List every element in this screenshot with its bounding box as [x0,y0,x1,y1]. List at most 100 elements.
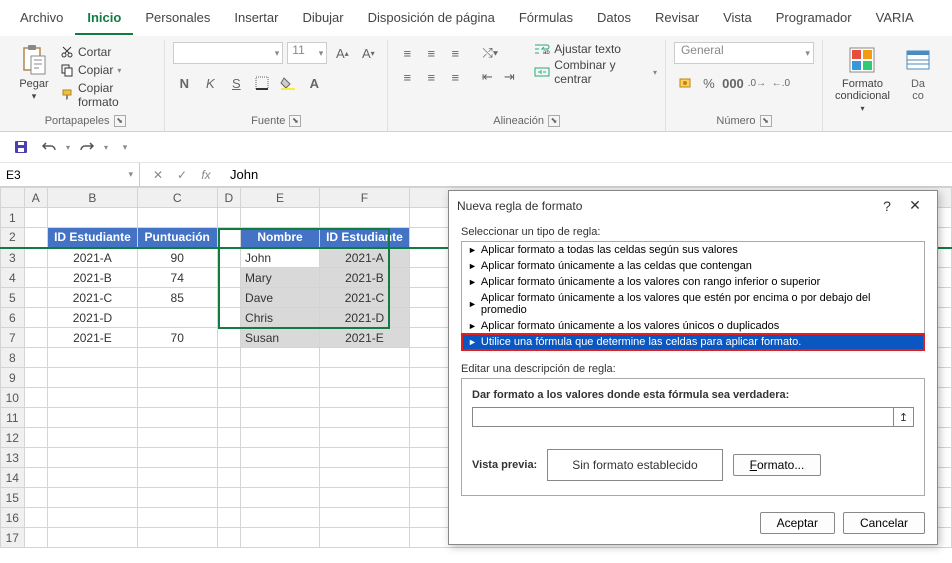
row-header[interactable]: 15 [1,488,25,508]
cell[interactable] [24,508,47,528]
cell[interactable] [137,468,217,488]
cell[interactable] [48,488,138,508]
cell[interactable]: 2021-C [48,288,138,308]
menu-item-inicio[interactable]: Inicio [75,4,133,35]
fill-color-button[interactable] [277,72,299,94]
align-left-icon[interactable]: ≡ [396,66,418,88]
menu-item-fórmulas[interactable]: Fórmulas [507,4,585,35]
cell[interactable] [24,208,47,228]
cell[interactable]: 2021-E [48,328,138,348]
row-header[interactable]: 14 [1,468,25,488]
borders-button[interactable] [251,72,273,94]
clipboard-launcher[interactable]: ⬊ [114,115,126,127]
cell[interactable]: 70 [137,328,217,348]
cancel-button[interactable]: Cancelar [843,512,925,534]
italic-button[interactable]: K [199,72,221,94]
cell[interactable] [48,408,138,428]
qat-customize-icon[interactable]: ▾ [114,136,136,158]
row-header[interactable]: 11 [1,408,25,428]
chevron-down-icon[interactable]: ▾ [128,169,133,180]
cell[interactable]: 2021-D [48,308,138,328]
row-header[interactable]: 4 [1,268,25,288]
menu-item-vista[interactable]: Vista [711,4,764,35]
cell[interactable]: Mary [241,268,320,288]
cell[interactable]: ID Estudiante [48,228,138,248]
cell[interactable] [137,408,217,428]
cancel-edit-icon[interactable]: ✕ [146,168,170,182]
rule-type-list[interactable]: ►Aplicar formato a todas las celdas segú… [461,241,925,351]
cell[interactable]: 2021-D [320,308,410,328]
menu-item-programador[interactable]: Programador [764,4,864,35]
ok-button[interactable]: Aceptar [760,512,835,534]
increase-decimal-icon[interactable]: .0→ [746,72,768,94]
cell[interactable] [320,528,410,548]
cell[interactable]: 2021-A [48,248,138,268]
bold-button[interactable]: N [173,72,195,94]
confirm-edit-icon[interactable]: ✓ [170,168,194,182]
cell[interactable] [241,408,320,428]
cell[interactable] [48,528,138,548]
cell[interactable]: 2021-E [320,328,410,348]
cell[interactable] [24,428,47,448]
font-size-combo[interactable]: 11▾ [287,42,327,64]
row-header[interactable]: 16 [1,508,25,528]
accounting-format-icon[interactable] [674,72,696,94]
cell[interactable] [48,208,138,228]
paste-button[interactable]: Pegar▾ [14,42,54,104]
cell[interactable] [217,288,240,308]
cell[interactable] [24,468,47,488]
cell[interactable] [320,508,410,528]
orientation-button[interactable]: ⤭▾ [476,42,504,64]
cell[interactable]: Puntuación [137,228,217,248]
cell[interactable] [241,348,320,368]
cell[interactable] [137,428,217,448]
row-header[interactable]: 12 [1,428,25,448]
cell[interactable] [241,208,320,228]
align-right-icon[interactable]: ≡ [444,66,466,88]
row-header[interactable]: 1 [1,208,25,228]
redo-icon[interactable] [76,136,98,158]
col-header[interactable]: C [137,188,217,208]
menu-item-varia[interactable]: VARIA [864,4,926,35]
cell[interactable] [217,388,240,408]
cell[interactable] [217,248,240,268]
cell[interactable] [241,368,320,388]
cell[interactable] [217,228,240,248]
cell[interactable] [137,388,217,408]
cell[interactable] [137,448,217,468]
cell[interactable] [137,308,217,328]
cell[interactable] [320,208,410,228]
cell[interactable] [24,368,47,388]
save-icon[interactable] [10,136,32,158]
cell[interactable] [217,368,240,388]
name-box[interactable]: ▾ [0,163,140,186]
cell[interactable] [217,468,240,488]
cell[interactable]: 2021-C [320,288,410,308]
fx-icon[interactable]: fx [194,168,218,182]
col-header[interactable]: B [48,188,138,208]
cell[interactable] [137,508,217,528]
row-header[interactable]: 8 [1,348,25,368]
cell[interactable] [137,368,217,388]
cell[interactable] [217,208,240,228]
font-family-combo[interactable]: ▾ [173,42,283,64]
cell[interactable]: 85 [137,288,217,308]
cell[interactable] [24,288,47,308]
rule-type-option[interactable]: ►Utilice una fórmula que determine las c… [462,334,924,350]
decrease-decimal-icon[interactable]: ←.0 [770,72,792,94]
copy-button[interactable]: Copiar ▾ [58,62,156,78]
cell[interactable]: ID Estudiante [320,228,410,248]
cell[interactable] [137,208,217,228]
cell[interactable] [320,368,410,388]
rule-type-option[interactable]: ►Aplicar formato únicamente a las celdas… [462,258,924,274]
cell[interactable] [48,368,138,388]
font-color-button[interactable]: A [303,72,325,94]
format-painter-button[interactable]: Copiar formato [58,80,156,110]
cell[interactable] [24,488,47,508]
align-top-icon[interactable]: ≡ [396,42,418,64]
row-header[interactable]: 3 [1,248,25,268]
cell[interactable] [241,448,320,468]
cell[interactable] [24,388,47,408]
name-box-input[interactable] [6,168,133,182]
format-button[interactable]: Formato... [733,454,822,476]
